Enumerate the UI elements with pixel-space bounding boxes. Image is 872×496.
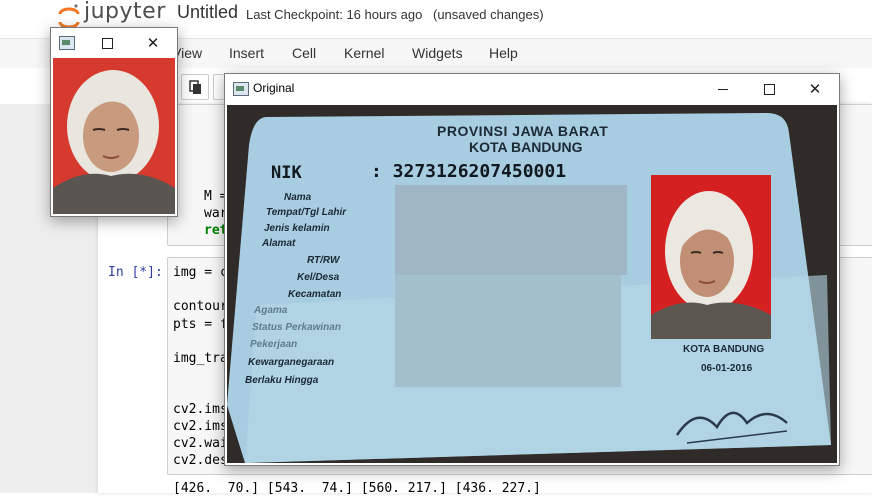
field-label: Tempat/Tgl Lahir (266, 207, 347, 218)
field-label: Status Perkawinan (252, 322, 341, 333)
field-label: Pekerjaan (250, 339, 298, 350)
code-line: cv2.wai (173, 436, 228, 451)
id-card-photo (227, 105, 837, 463)
copy-button[interactable] (181, 74, 209, 100)
code-line: cv2.des (173, 453, 228, 468)
field-label: Kewarganegaraan (248, 357, 335, 368)
close-icon: ✕ (808, 80, 822, 98)
code-line: cv2.ims (173, 419, 228, 434)
maximize-button[interactable] (85, 28, 129, 58)
field-label: RT/RW (307, 255, 340, 266)
card-city: KOTA BANDUNG (469, 139, 583, 155)
code-line: img_tra (173, 351, 228, 366)
notebook-title[interactable]: Untitled (177, 2, 238, 23)
field-label: Alamat (262, 238, 296, 249)
code-line: img = c (173, 265, 228, 280)
cell-output: [426. 70.] [543. 74.] [560. 217.] [436. … (173, 481, 541, 496)
app-icon (59, 36, 75, 50)
jupyter-logo-text: jupyter (84, 0, 166, 24)
close-button[interactable]: ✕ (793, 74, 837, 104)
field-label: Nama (284, 192, 312, 203)
menu-insert[interactable]: Insert (229, 45, 264, 61)
maximize-button[interactable] (747, 74, 791, 104)
menu-cell[interactable]: Cell (292, 45, 316, 61)
cell-prompt: In [*]: (108, 265, 163, 280)
window-title: Original (253, 81, 295, 95)
original-window[interactable]: Original ✕ PROVINSI JAWA BARAT KOTA BAND… (224, 73, 840, 466)
field-label: Kel/Desa (297, 272, 340, 283)
code-line: cv2.ims (173, 402, 228, 417)
window-titlebar[interactable]: ✕ (51, 28, 177, 58)
menu-help[interactable]: Help (489, 45, 518, 61)
nik-label: NIK (271, 163, 302, 183)
field-label: Agama (254, 305, 288, 316)
paste-button[interactable] (213, 74, 224, 100)
unsaved-status: (unsaved changes) (433, 7, 544, 22)
maximize-icon (763, 84, 775, 95)
cropped-face-image (53, 58, 175, 214)
menu-widgets[interactable]: Widgets (412, 45, 463, 61)
close-button[interactable]: ✕ (131, 28, 175, 58)
issue-city: KOTA BANDUNG (683, 344, 765, 355)
code-line: pts = f (173, 317, 228, 332)
field-label: Berlaku Hingga (245, 375, 319, 386)
issue-date: 06-01-2016 (701, 363, 753, 374)
maximize-icon (101, 38, 113, 49)
code-line: contour (173, 299, 228, 314)
cropped-face-window[interactable]: ✕ (50, 27, 178, 217)
nik-value: : 3273126207450001 (371, 161, 567, 182)
field-label: Kecamatan (288, 289, 342, 300)
menu-kernel[interactable]: Kernel (344, 45, 384, 61)
copy-icon (189, 80, 201, 94)
window-titlebar[interactable]: Original ✕ (225, 74, 839, 104)
app-icon (233, 82, 249, 96)
minimize-icon (718, 89, 728, 90)
close-icon: ✕ (146, 34, 160, 52)
field-label: Jenis kelamin (264, 223, 330, 234)
minimize-button[interactable] (701, 74, 745, 104)
checkpoint-status: Last Checkpoint: 16 hours ago (246, 7, 423, 22)
card-province: PROVINSI JAWA BARAT (437, 123, 609, 139)
